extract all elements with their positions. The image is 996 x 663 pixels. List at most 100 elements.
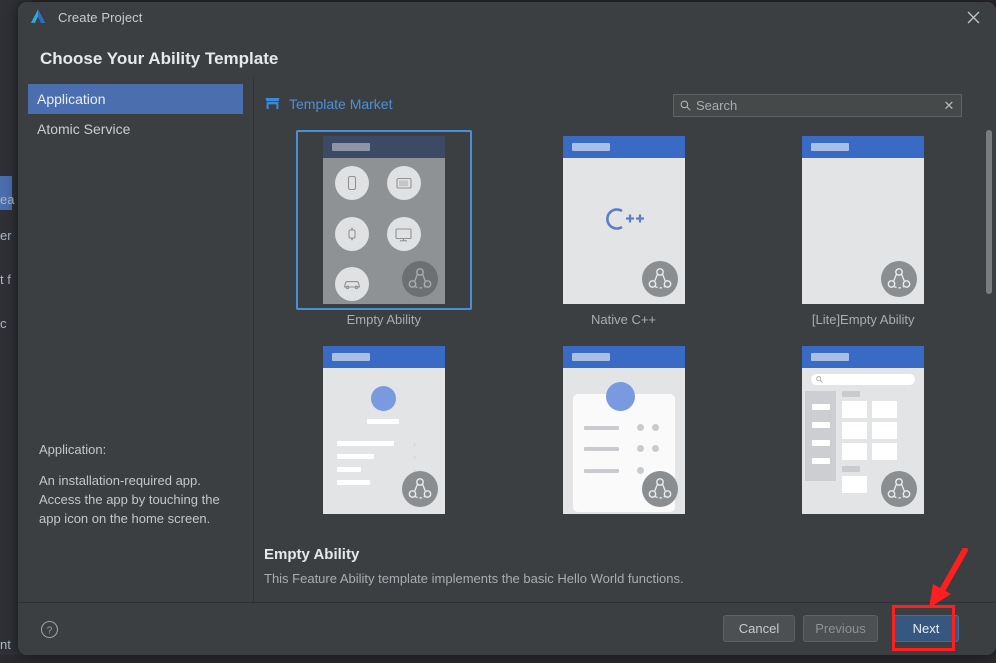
preview-title-placeholder: [331, 353, 370, 361]
harmonyos-glyph: [408, 478, 432, 499]
cpp-logo-icon: [605, 208, 644, 230]
preview-line: [812, 404, 831, 410]
template-preview: [562, 136, 685, 304]
template-card-native-cpp[interactable]: [536, 130, 712, 310]
category-description-title: Application:: [39, 442, 107, 457]
tablet-icon: [386, 166, 421, 200]
template-preview: [322, 136, 445, 304]
selected-template-description: Empty Ability This Feature Ability templ…: [264, 546, 983, 586]
create-project-dialog: Create Project Choose Your Ability Templ…: [18, 2, 996, 655]
preview-line: [812, 422, 831, 428]
search-icon: [816, 376, 823, 383]
template-preview: [802, 346, 925, 514]
search-box[interactable]: ✕: [673, 94, 962, 117]
preview-line: [336, 480, 370, 485]
selected-template-title: Empty Ability: [264, 546, 360, 563]
harmonyos-glyph: [887, 268, 911, 289]
preview-dot: [651, 424, 659, 431]
category-item-atomic-service[interactable]: Atomic Service: [28, 114, 243, 144]
preview-line: [812, 458, 831, 464]
dialog-body: Application Atomic Service Application: …: [18, 78, 996, 602]
clear-icon[interactable]: ✕: [937, 98, 961, 114]
template-caption: Native C++: [590, 312, 657, 327]
template-grid: Empty Ability Native C++ [Lite]Empty Abi…: [264, 130, 983, 530]
avatar: [370, 386, 396, 411]
watch-icon: [334, 217, 369, 251]
template-caption: Empty Ability: [346, 312, 422, 327]
template-card-empty-ability[interactable]: [295, 130, 472, 310]
template-grid-row: Empty Ability Native C++ [Lite]Empty Abi…: [264, 130, 983, 327]
preview-title-placeholder: [571, 143, 610, 151]
preview-line: [812, 440, 831, 446]
template-caption: [Lite]Empty Ability: [811, 312, 915, 327]
close-glyph: [967, 11, 980, 23]
harmonyos-glyph: [648, 268, 671, 289]
harmonyos-badge-icon: [641, 471, 678, 507]
harmonyos-badge-icon: [881, 471, 918, 507]
category-item-application[interactable]: Application: [28, 84, 243, 114]
preview-dot: [651, 445, 659, 452]
harmonyos-glyph: [648, 478, 671, 499]
template-cell: Empty Ability: [264, 130, 504, 327]
cancel-button[interactable]: Cancel: [723, 615, 795, 642]
template-preview: [802, 136, 925, 304]
preview-line: [583, 447, 619, 451]
template-card-lite-empty-ability[interactable]: [775, 130, 951, 310]
preview-cell: [872, 401, 898, 418]
dialog-footer: ? Cancel Previous Next: [18, 602, 996, 655]
close-icon[interactable]: [951, 2, 996, 32]
preview-line: [366, 419, 399, 424]
search-icon: [680, 100, 691, 111]
next-button[interactable]: Next: [893, 615, 959, 642]
tv-icon: [386, 217, 421, 251]
preview-app-bar: [562, 346, 685, 368]
template-cell: › › › ›: [264, 340, 504, 522]
preview-line: [842, 466, 861, 472]
svg-text:?: ?: [47, 625, 53, 636]
template-grid-scrollbar[interactable]: [986, 130, 992, 530]
help-glyph: ?: [40, 620, 59, 639]
preview-cell: [872, 443, 898, 460]
category-description-body: An installation-required app. Access the…: [39, 473, 220, 526]
category-pane: Application Atomic Service Application: …: [18, 78, 254, 602]
preview-dot: [636, 424, 644, 431]
preview-title-placeholder: [811, 353, 850, 361]
preview-title-placeholder: [331, 143, 370, 151]
deveco-logo-icon: [30, 9, 46, 23]
preview-dot: [636, 445, 644, 452]
help-icon[interactable]: ?: [40, 620, 59, 639]
preview-line: [842, 391, 861, 397]
preview-app-bar: [322, 136, 445, 158]
template-market-link[interactable]: Template Market: [264, 95, 392, 112]
chevron-right-icon: ›: [412, 439, 416, 449]
preview-line: [583, 426, 619, 430]
preview-line: [336, 454, 374, 459]
preview-cell: [842, 443, 868, 460]
template-card-profile[interactable]: › › › ›: [296, 340, 472, 520]
template-cell: [743, 340, 983, 522]
search-input[interactable]: [696, 98, 937, 113]
template-preview: [562, 346, 685, 514]
scrollbar-thumb[interactable]: [986, 130, 992, 294]
template-pane: Template Market ✕: [254, 78, 996, 602]
preview-line: [583, 469, 619, 473]
template-card-list[interactable]: [536, 340, 712, 520]
car-icon: [334, 267, 369, 301]
harmonyos-badge-icon: [881, 261, 918, 297]
harmonyos-glyph: [408, 268, 432, 289]
preview-cell: [842, 401, 868, 418]
preview-cell: [842, 422, 868, 439]
template-card-grid[interactable]: [775, 340, 951, 520]
page-title: Choose Your Ability Template: [40, 49, 279, 68]
preview-app-bar: [322, 346, 445, 368]
harmonyos-badge-icon: [641, 261, 678, 297]
preview-app-bar: [802, 136, 925, 158]
harmonyos-badge-icon: [401, 261, 438, 297]
preview-app-bar: [802, 346, 925, 368]
preview-line: [336, 441, 394, 446]
previous-button[interactable]: Previous: [803, 615, 878, 642]
template-cell: [504, 340, 744, 522]
store-icon: [265, 98, 280, 109]
chevron-right-icon: ›: [412, 452, 416, 462]
preview-title-placeholder: [571, 353, 610, 361]
